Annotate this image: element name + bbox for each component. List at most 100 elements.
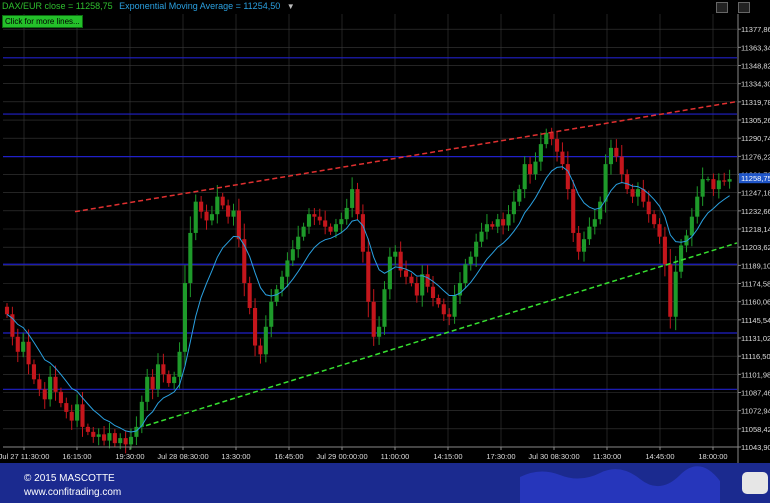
candle-body: [247, 282, 252, 309]
candle-body: [625, 174, 630, 190]
copyright-text: © 2015 MASCOTTE: [24, 473, 115, 484]
candle-body: [75, 404, 80, 421]
candle-body: [209, 214, 214, 221]
candle-body: [53, 376, 58, 392]
more-lines-button[interactable]: Click for more lines...: [2, 15, 83, 28]
candle-body: [263, 326, 268, 355]
candle-body: [290, 249, 295, 261]
candle-body: [447, 314, 452, 317]
candle-body: [177, 351, 182, 377]
candle-body: [215, 196, 220, 215]
x-tick-label: 17:30:00: [486, 452, 515, 461]
candle-body: [285, 260, 290, 277]
candle-body: [657, 224, 662, 237]
candle-body: [188, 232, 193, 283]
candle-body: [85, 426, 90, 432]
candle-body: [102, 434, 107, 441]
candle-body: [226, 205, 231, 217]
candle-body: [581, 239, 587, 252]
candle-body: [382, 289, 387, 327]
candle-body: [182, 282, 188, 352]
candle-body: [711, 179, 716, 190]
x-tick-label: Jul 29 00:00:00: [316, 452, 367, 461]
y-tick-label: 11319,78: [741, 98, 770, 107]
candle-body: [468, 256, 473, 265]
candle-body: [722, 180, 727, 182]
candle-body: [425, 274, 430, 287]
candle-body: [204, 211, 209, 221]
candle-body: [705, 179, 711, 181]
candle-body: [662, 236, 667, 265]
candle-body: [333, 224, 338, 232]
scroll-handle[interactable]: [742, 472, 768, 494]
candle-body: [409, 276, 414, 283]
candle-body: [528, 164, 533, 175]
candle-body: [155, 364, 161, 390]
website-text: www.confitrading.com: [24, 487, 122, 498]
x-tick-label: 19:30:00: [115, 452, 144, 461]
close-icon[interactable]: [738, 2, 750, 13]
y-tick-label: 11203,62: [741, 243, 770, 252]
candle-body: [716, 180, 721, 190]
candle-body: [145, 376, 150, 402]
y-tick-label: 11043,90: [741, 443, 770, 452]
footer-banner: © 2015 MASCOTTE www.confitrading.com: [0, 463, 770, 503]
chevron-down-icon[interactable]: ▼: [287, 2, 295, 11]
candle-body: [31, 364, 37, 380]
candle-body: [727, 179, 732, 182]
candle-body: [220, 196, 225, 206]
candle-body: [371, 301, 376, 337]
candle-body: [323, 220, 328, 227]
y-tick-label: 11363,34: [741, 43, 770, 52]
y-tick-label: 11072,94: [741, 407, 770, 416]
candle-body: [37, 379, 42, 390]
candle-body: [387, 256, 392, 290]
candle-body: [587, 226, 592, 240]
y-tick-label: 11348,82: [741, 62, 770, 71]
x-tick-label: 18:00:00: [698, 452, 727, 461]
candle-body: [306, 214, 312, 227]
candle-body: [414, 282, 419, 296]
ema-label: Exponential Moving Average = 11254,50: [119, 1, 281, 11]
candle-body: [571, 189, 576, 233]
x-tick-label: Jul 28 08:30:00: [157, 452, 208, 461]
candle-body: [269, 301, 274, 327]
last-price-marker: 11258,75: [739, 173, 770, 184]
candle-body: [64, 403, 69, 412]
candle-body: [404, 270, 409, 277]
x-tick-label: Jul 30 08:30:00: [528, 452, 579, 461]
candle-body: [501, 219, 506, 226]
candle-body: [355, 189, 360, 215]
candle-body: [312, 214, 317, 217]
y-tick-label: 11290,74: [741, 134, 770, 143]
candle-body: [193, 201, 198, 233]
last-price-label: 11258,75: [741, 174, 770, 183]
x-tick-label: 14:15:00: [433, 452, 462, 461]
candle-body: [344, 207, 349, 220]
x-tick-label: 13:30:00: [221, 452, 250, 461]
chart-header: DAX/EUR close = 11258,75 Exponential Mov…: [2, 1, 299, 13]
candle-body: [112, 433, 117, 444]
candle-body: [199, 201, 204, 212]
minimize-icon[interactable]: [716, 2, 728, 13]
y-tick-label: 11116,50: [741, 352, 770, 361]
x-tick-label: 16:45:00: [274, 452, 303, 461]
candle-body: [603, 164, 608, 202]
candle-body: [128, 436, 134, 445]
candle-body: [393, 251, 398, 257]
candle-body: [317, 216, 322, 221]
candle-body: [96, 434, 101, 437]
x-tick-label: 14:45:00: [645, 452, 674, 461]
candle-body: [69, 411, 74, 421]
candle-body: [619, 156, 624, 175]
y-tick-label: 11334,30: [741, 80, 770, 89]
candle-body: [554, 139, 560, 152]
candle-body: [544, 132, 549, 145]
candle-body: [236, 210, 241, 240]
candle-body: [80, 404, 85, 427]
candle-body: [700, 179, 705, 197]
candle-body: [679, 245, 684, 272]
candle-body: [172, 376, 177, 384]
candle-body: [253, 308, 258, 346]
candle-body: [166, 374, 171, 384]
